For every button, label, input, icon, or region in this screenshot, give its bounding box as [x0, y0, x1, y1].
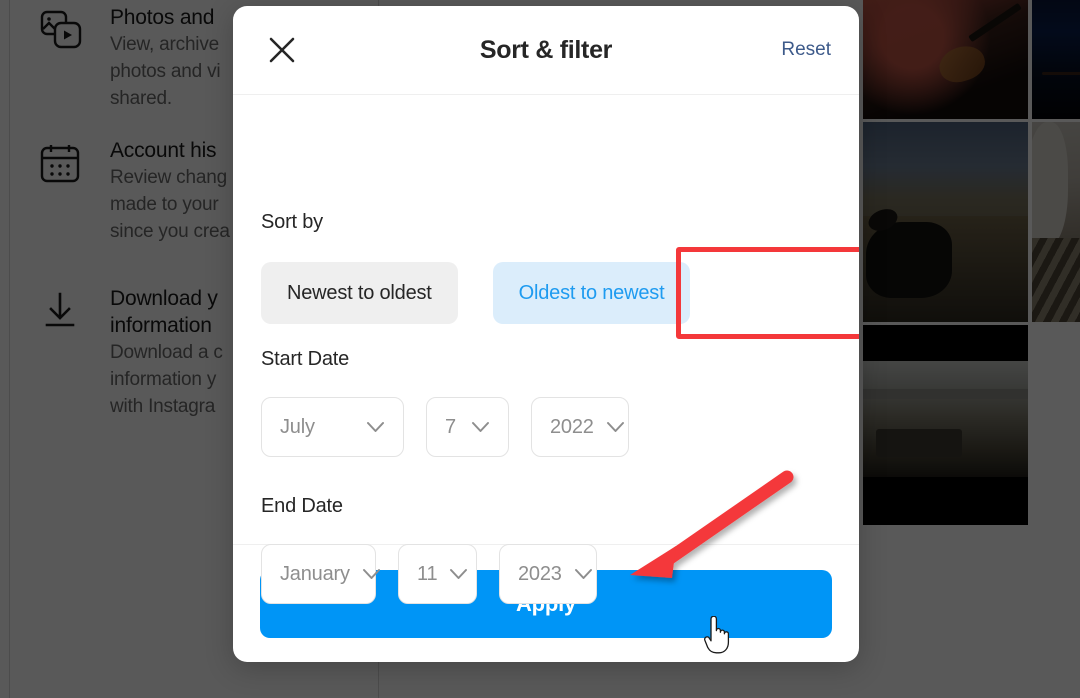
- chevron-down-icon: [449, 568, 468, 580]
- end-day-value: 11: [417, 562, 438, 585]
- sort-and-filter-modal: Sort & filter Reset Sort by Newest to ol…: [233, 6, 859, 662]
- sort-options-group: Newest to oldest Oldest to newest: [261, 262, 691, 324]
- sort-option-label: Oldest to newest: [518, 281, 665, 304]
- sort-by-label: Sort by: [261, 211, 323, 233]
- chevron-down-icon: [574, 568, 593, 580]
- modal-title: Sort & filter: [479, 35, 613, 64]
- sort-option-label: Newest to oldest: [287, 281, 432, 304]
- start-month-select[interactable]: July: [261, 397, 404, 457]
- modal-body: Sort by Newest to oldest Oldest to newes…: [233, 95, 859, 604]
- chevron-down-icon: [606, 421, 625, 433]
- start-year-value: 2022: [550, 415, 594, 438]
- start-day-value: 7: [445, 415, 456, 438]
- modal-header: Sort & filter Reset: [233, 6, 859, 95]
- end-year-value: 2023: [518, 562, 562, 585]
- end-month-select[interactable]: January: [261, 544, 380, 604]
- highlight-rectangle: [676, 247, 859, 339]
- sort-option-newest-to-oldest[interactable]: Newest to oldest: [261, 262, 458, 324]
- close-icon: [267, 35, 297, 65]
- chevron-down-icon: [366, 421, 385, 433]
- start-date-selectors: July 7 2022: [261, 397, 629, 457]
- sort-option-oldest-to-newest[interactable]: Oldest to newest: [492, 262, 691, 324]
- end-date-selectors: January 11 2023: [261, 544, 597, 604]
- reset-link[interactable]: Reset: [781, 39, 831, 61]
- chevron-down-icon: [362, 568, 381, 580]
- end-year-select[interactable]: 2023: [499, 544, 597, 604]
- end-date-label: End Date: [261, 495, 343, 517]
- screen: Photos and View, archive photos and vi s…: [0, 0, 1080, 698]
- chevron-down-icon: [471, 421, 490, 433]
- end-day-select[interactable]: 11: [398, 544, 477, 604]
- start-month-value: July: [280, 415, 315, 438]
- start-day-select[interactable]: 7: [426, 397, 509, 457]
- end-month-value: January: [280, 562, 350, 585]
- close-button[interactable]: [261, 29, 303, 71]
- start-year-select[interactable]: 2022: [531, 397, 629, 457]
- start-date-label: Start Date: [261, 348, 350, 370]
